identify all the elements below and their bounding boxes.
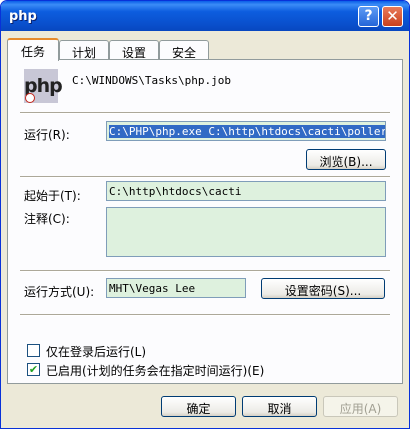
cancel-button[interactable]: 取消: [242, 396, 317, 417]
comments-input[interactable]: [106, 207, 386, 257]
run-input[interactable]: C:\PHP\php.exe C:\http\htdocs\cacti\poll…: [106, 121, 386, 141]
run-as-label: 运行方式(U):: [24, 285, 95, 299]
check-icon: ✔: [28, 363, 39, 376]
run-input-text: C:\PHP\php.exe C:\http\htdocs\cacti\poll…: [109, 125, 385, 138]
php-job-icon: php: [24, 69, 63, 103]
apply-button[interactable]: 应用(A): [323, 396, 398, 417]
divider: [20, 176, 390, 178]
run-as-input[interactable]: MHT\Vegas Lee: [106, 278, 246, 298]
close-button[interactable]: ✕: [382, 6, 403, 27]
divider: [20, 112, 390, 114]
tab-security[interactable]: 安全: [159, 40, 209, 60]
ok-button[interactable]: 确定: [161, 396, 236, 417]
browse-button[interactable]: 浏览(B)...: [306, 149, 386, 170]
tab-settings[interactable]: 设置: [109, 40, 159, 60]
help-button[interactable]: ?: [358, 6, 379, 27]
tab-task[interactable]: 任务: [7, 38, 59, 61]
job-path: C:\WINDOWS\Tasks\php.job: [72, 74, 231, 87]
divider: [20, 314, 390, 316]
comments-label: 注释(C):: [24, 212, 70, 226]
start-in-label: 起始于(T):: [24, 189, 81, 203]
only-logged-on-label: 仅在登录后运行(L): [46, 345, 147, 359]
divider: [20, 270, 390, 272]
title-bar[interactable]: php ? ✕: [1, 1, 409, 31]
task-panel: php C:\WINDOWS\Tasks\php.job 运行(R): C:\P…: [7, 59, 403, 384]
enabled-checkbox[interactable]: ✔: [27, 363, 40, 376]
tab-schedule[interactable]: 计划: [59, 40, 109, 60]
only-logged-on-checkbox[interactable]: [27, 344, 40, 357]
start-in-input[interactable]: C:\http\htdocs\cacti: [106, 181, 386, 201]
close-icon: ✕: [386, 7, 399, 25]
run-label: 运行(R):: [24, 128, 70, 142]
set-password-button[interactable]: 设置密码(S)...: [261, 278, 385, 299]
enabled-label: 已启用(计划的任务会在指定时间运行)(E): [46, 364, 265, 378]
window-title: php: [9, 9, 37, 24]
clock-icon: [25, 93, 35, 103]
task-properties-window: php ? ✕ 任务 计划 设置 安全 php C:\WINDOWS\Tasks…: [0, 0, 410, 429]
help-icon: ?: [364, 8, 373, 24]
